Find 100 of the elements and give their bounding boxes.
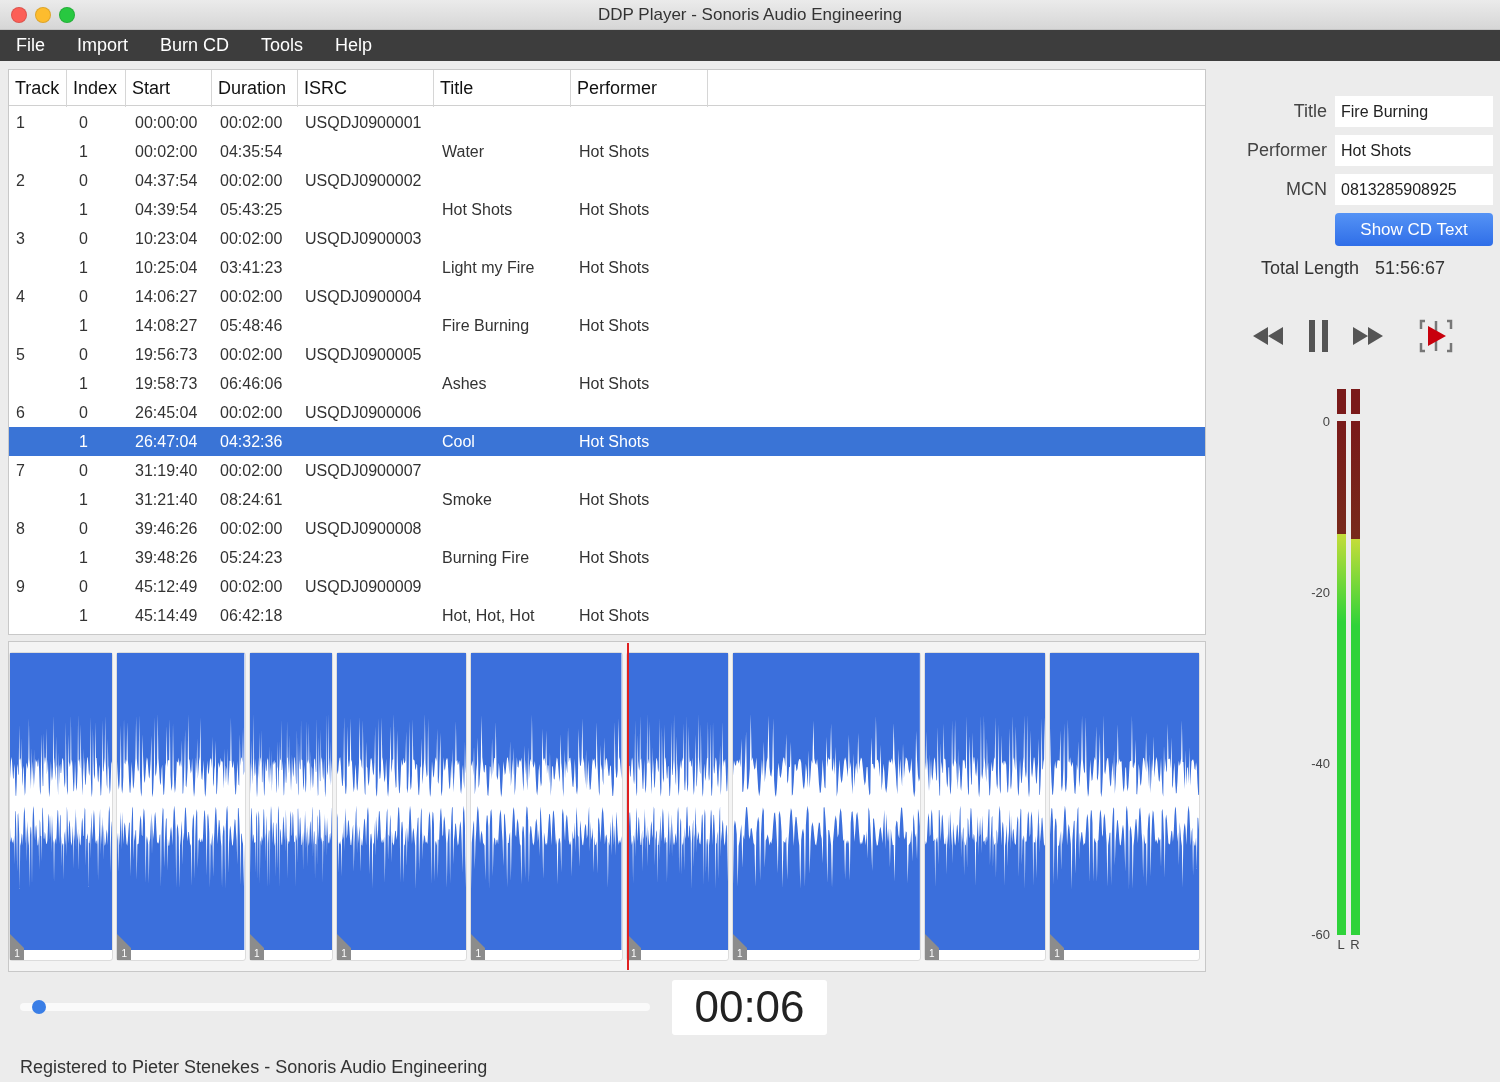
table-cell-text: 06:42:18: [219, 606, 284, 625]
field-label: Title: [1293, 101, 1327, 122]
field-label: Performer: [1247, 140, 1327, 161]
table-row[interactable]: 1 45:14:49 06:42:18 Hot, Hot, Hot Hot Shots: [9, 601, 1205, 630]
table-cell-text: Burning Fire: [441, 548, 531, 567]
table-cell-text: Hot, Hot, Hot: [441, 606, 536, 625]
table-cell-text: USQDJ0900006: [304, 403, 423, 422]
table-cell-text: Hot Shots: [441, 200, 514, 219]
time-display: 00:06: [672, 979, 827, 1035]
table-cell-text: 00:02:00: [219, 113, 284, 132]
table-cell-text: 00:02:00: [134, 142, 199, 161]
table-cell-text: Hot Shots: [578, 432, 651, 451]
table-cell-text: Hot Shots: [578, 200, 651, 219]
table-cell-text: 31:19:40: [134, 461, 199, 480]
table-row[interactable]: 8 0 39:46:26 00:02:00 USQDJ0900008: [9, 514, 1205, 543]
table-row[interactable]: 1 10:25:04 03:41:23 Light my Fire Hot Shots: [9, 253, 1205, 282]
table-row[interactable]: 9 0 45:12:49 00:02:00 USQDJ0900009: [9, 572, 1205, 601]
table-row[interactable]: 7 0 31:19:40 00:02:00 USQDJ0900007: [9, 456, 1205, 485]
table-cell-text: Water: [441, 142, 486, 161]
table-row[interactable]: 1 39:48:26 05:24:23 Burning Fire Hot Shots: [9, 543, 1205, 572]
table-cell-text: 00:00:00: [134, 113, 199, 132]
table-cell-text: 00:02:00: [219, 461, 284, 480]
table-row[interactable]: 3 0 10:23:04 00:02:00 USQDJ0900003: [9, 224, 1205, 253]
menu-item[interactable]: Import: [67, 35, 145, 56]
table-row[interactable]: 5 0 19:56:73 00:02:00 USQDJ0900005: [9, 340, 1205, 369]
table-row[interactable]: 2 0 04:37:54 00:02:00 USQDJ0900002: [9, 166, 1205, 195]
selected-row[interactable]: 1 26:47:04 04:32:36 Cool Hot Shots: [9, 427, 1205, 456]
meter-scale-label: -60: [1311, 926, 1330, 942]
menu-item[interactable]: Burn CD: [150, 35, 246, 56]
table-cell-text: USQDJ0900004: [304, 287, 423, 306]
table-cell-text: 4: [15, 287, 26, 306]
table-cell-text: 0: [78, 577, 89, 596]
column-header[interactable]: Title: [434, 70, 571, 107]
table-cell-text: Hot Shots: [578, 316, 651, 335]
table-cell-text: 04:39:54: [134, 200, 199, 219]
table-cell-text: 2: [15, 171, 26, 190]
table-cell-text: 08:24:61: [219, 490, 284, 509]
table-row[interactable]: 1 14:08:27 05:48:46 Fire Burning Hot Shots: [9, 311, 1205, 340]
table-cell-text: 14:06:27: [134, 287, 199, 306]
table-cell-text: 0: [78, 287, 89, 306]
table-row[interactable]: 1 04:39:54 05:43:25 Hot Shots Hot Shots: [9, 195, 1205, 224]
table-cell-text: Hot Shots: [578, 606, 651, 625]
table-row[interactable]: 1 31:21:40 08:24:61 Smoke Hot Shots: [9, 485, 1205, 514]
table-cell-text: 1: [78, 606, 89, 625]
table-cell-text: USQDJ0900005: [304, 345, 423, 364]
table-cell-text: USQDJ0900009: [304, 577, 423, 596]
table-cell-text: 10:23:04: [134, 229, 199, 248]
text-field[interactable]: Hot Shots: [1335, 135, 1493, 166]
menu-item[interactable]: Tools: [251, 35, 320, 56]
table-cell-text: USQDJ0900008: [304, 519, 423, 538]
table-row[interactable]: 1 0 00:00:00 00:02:00 USQDJ0900001: [9, 108, 1205, 137]
table-cell-text: 0: [78, 171, 89, 190]
table-cell-text: Ashes: [441, 374, 488, 393]
show-cd-text-button[interactable]: Show CD Text: [1335, 213, 1493, 246]
table-cell-text: Hot Shots: [578, 548, 651, 567]
table-row[interactable]: 6 0 26:45:04 00:02:00 USQDJ0900006: [9, 398, 1205, 427]
table-cell-text: 1: [15, 113, 26, 132]
table-cell-text: 39:46:26: [134, 519, 199, 538]
registration-text: Registered to Pieter Stenekes - Sonoris Audio Engineering: [19, 1056, 489, 1078]
channel-label: L: [1337, 937, 1345, 952]
column-header[interactable]: Start: [126, 70, 212, 107]
table-cell-text: 1: [78, 200, 89, 219]
column-header[interactable]: Index: [67, 70, 126, 107]
table-cell-text: USQDJ0900001: [304, 113, 423, 132]
table-cell-text: 03:41:23: [219, 258, 284, 277]
text-field[interactable]: Fire Burning: [1335, 96, 1493, 127]
table-cell-text: 00:02:00: [219, 519, 284, 538]
table-cell-text: 5: [15, 345, 26, 364]
table-cell-text: 14:08:27: [134, 316, 199, 335]
window-title: DDP Player - Sonoris Audio Engineering: [598, 4, 902, 25]
text-field[interactable]: 0813285908925: [1335, 174, 1493, 205]
table-cell-text: 05:24:23: [219, 548, 284, 567]
menu-item[interactable]: Help: [325, 35, 389, 56]
channel-label: R: [1350, 937, 1360, 952]
table-cell-text: 00:02:00: [219, 577, 284, 596]
table-cell-text: 6: [15, 403, 26, 422]
table-cell-text: 00:02:00: [219, 287, 284, 306]
table-cell-text: 45:12:49: [134, 577, 199, 596]
table-cell-text: 39:48:26: [134, 548, 199, 567]
table-cell-text: USQDJ0900002: [304, 171, 423, 190]
table-cell-text: 00:02:00: [219, 403, 284, 422]
table-cell-text: 05:48:46: [219, 316, 284, 335]
table-cell-text: USQDJ0900007: [304, 461, 423, 480]
table-row[interactable]: 4 0 14:06:27 00:02:00 USQDJ0900004: [9, 282, 1205, 311]
table-row[interactable]: 1 00:02:00 04:35:54 Water Hot Shots: [9, 137, 1205, 166]
column-header[interactable]: ISRC: [298, 70, 434, 107]
table-cell-text: 00:02:00: [219, 345, 284, 364]
column-header[interactable]: Performer: [571, 70, 708, 107]
table-cell-text: 9: [15, 577, 26, 596]
table-cell-text: 0: [78, 519, 89, 538]
column-header[interactable]: Duration: [212, 70, 298, 107]
column-header[interactable]: Track: [9, 70, 67, 107]
total-length-label: Total Length: [1260, 258, 1359, 279]
table-cell-text: 0: [78, 229, 89, 248]
table-row[interactable]: 1 19:58:73 06:46:06 Ashes Hot Shots: [9, 369, 1205, 398]
table-cell-text: 1: [78, 258, 89, 277]
menu-item[interactable]: File: [6, 35, 61, 56]
table-cell-text: 0: [78, 345, 89, 364]
field-label: MCN: [1286, 179, 1327, 200]
table-cell-text: 19:56:73: [134, 345, 199, 364]
